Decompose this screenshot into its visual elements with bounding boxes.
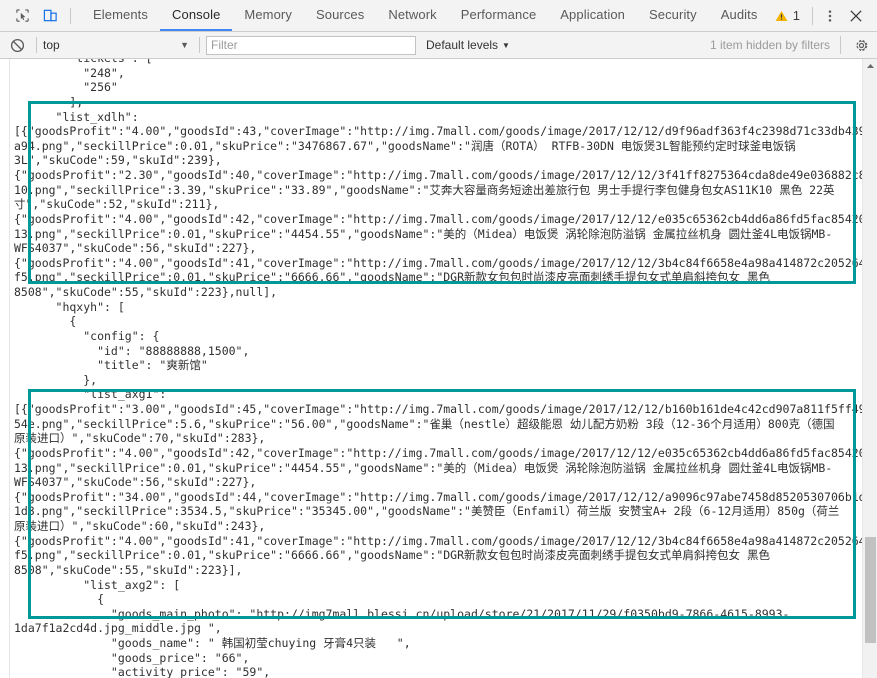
device-toolbar-icon[interactable] xyxy=(36,2,64,30)
log-level-select[interactable]: Default levels ▼ xyxy=(426,38,510,52)
tab-network[interactable]: Network xyxy=(376,0,448,31)
chevron-down-icon: ▼ xyxy=(180,40,189,50)
tab-audits[interactable]: Audits xyxy=(709,0,770,31)
tab-performance-label: Performance xyxy=(460,7,537,22)
hidden-items-message[interactable]: 1 item hidden by filters xyxy=(710,38,830,52)
console-log-area[interactable]: "tickets": [ "248", "256" ], "list_xdlh"… xyxy=(10,59,862,678)
devtools-tabbar: Elements Console Memory Sources Network … xyxy=(0,0,877,32)
warning-triangle-icon xyxy=(775,10,788,21)
close-icon[interactable] xyxy=(843,3,869,29)
tab-application[interactable]: Application xyxy=(548,0,637,31)
devtools-window: Elements Console Memory Sources Network … xyxy=(0,0,877,678)
warning-count-label: 1 xyxy=(792,8,800,23)
kebab-menu-icon[interactable] xyxy=(817,3,843,29)
clear-console-icon[interactable] xyxy=(6,34,28,56)
tab-network-label: Network xyxy=(388,7,437,22)
warning-counter[interactable]: 1 xyxy=(775,8,808,23)
tab-console-label: Console xyxy=(172,7,221,22)
tab-elements[interactable]: Elements xyxy=(81,0,160,31)
inspect-cursor-icon[interactable] xyxy=(8,2,36,30)
filterbar-divider-3 xyxy=(840,36,841,54)
execution-context-select[interactable]: top ▼ xyxy=(43,35,193,55)
chevron-down-icon: ▼ xyxy=(502,40,510,50)
tabbar-right-tools: 1 xyxy=(775,0,877,31)
tab-console[interactable]: Console xyxy=(160,0,233,31)
log-level-label: Default levels xyxy=(426,38,499,52)
filterbar-divider-1 xyxy=(36,37,37,53)
vertical-scrollbar[interactable] xyxy=(862,59,877,678)
tab-elements-label: Elements xyxy=(93,7,148,22)
tabbar-left-tools xyxy=(0,0,77,31)
tab-memory-label: Memory xyxy=(244,7,292,22)
filterbar-right: 1 item hidden by filters xyxy=(710,35,871,55)
tab-application-label: Application xyxy=(560,7,625,22)
tab-sources-label: Sources xyxy=(315,7,365,22)
toolbar-divider xyxy=(70,7,71,24)
tab-security[interactable]: Security xyxy=(637,0,709,31)
tab-audits-label: Audits xyxy=(720,7,758,22)
tab-performance[interactable]: Performance xyxy=(449,0,549,31)
filterbar-divider-2 xyxy=(199,37,200,53)
tab-security-label: Security xyxy=(648,7,697,22)
tab-sources[interactable]: Sources xyxy=(304,0,376,31)
tab-memory[interactable]: Memory xyxy=(232,0,304,31)
console-json-output: "tickets": [ "248", "256" ], "list_xdlh"… xyxy=(14,59,862,678)
scroll-up-arrow-icon[interactable] xyxy=(863,61,877,71)
toolbar-divider-right xyxy=(812,6,813,25)
execution-context-value: top xyxy=(43,38,60,52)
panel-tabs: Elements Console Memory Sources Network … xyxy=(81,0,769,31)
filter-input[interactable] xyxy=(206,35,416,55)
gear-icon[interactable] xyxy=(851,35,871,55)
vertical-scrollbar-thumb[interactable] xyxy=(865,537,876,643)
console-gutter xyxy=(0,59,10,678)
console-output-area: "tickets": [ "248", "256" ], "list_xdlh"… xyxy=(0,59,877,678)
console-filter-toolbar: top ▼ Default levels ▼ 1 item hidden by … xyxy=(0,32,877,59)
